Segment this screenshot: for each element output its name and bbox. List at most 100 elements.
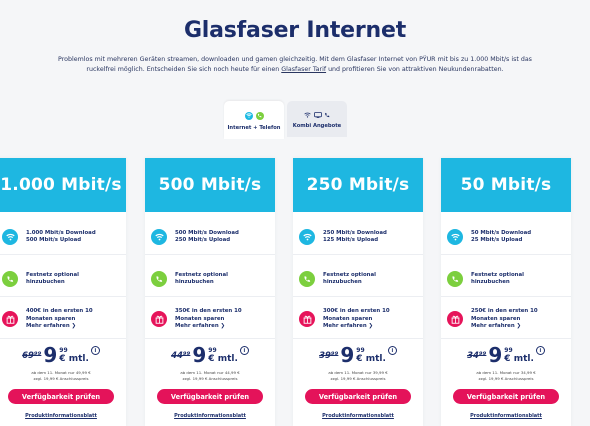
phone-icon: [255, 111, 264, 120]
fineprint-line-1: ab dem 11. Monat nur 39,99 €: [328, 370, 388, 375]
old-price: 34⁹⁹: [467, 351, 487, 361]
fineprint-line-2: zzgl. 19,99 € Anschlusspreis: [478, 376, 534, 382]
produktinformationsblatt-link[interactable]: Produktinformationsblatt: [441, 413, 571, 419]
speed-title: 1.000 Mbit/s: [0, 175, 122, 195]
price-fineprint: ab dem 11. Monat nur 49,99 € zzgl. 19,99…: [0, 370, 126, 382]
feature-promo: 250€ in den ersten 10 Monaten sparen Meh…: [447, 308, 567, 331]
intro-line-1: Problemlos mit mehreren Geräten streamen…: [58, 56, 532, 63]
download-text: 250 Mbit/s Download: [323, 229, 387, 236]
price-block: 34⁹⁹ 9 99 € mtl. i: [441, 345, 571, 365]
mehr-erfahren-link[interactable]: Mehr erfahren ❯: [323, 323, 390, 331]
speed-text: 500 Mbit/s Download 250 Mbit/s Upload: [175, 230, 239, 245]
download-text: 500 Mbit/s Download: [175, 229, 239, 236]
mehr-erfahren-link[interactable]: Mehr erfahren ❯: [26, 323, 93, 331]
intro-line-2-post: und profitieren Sie von attraktiven Neuk…: [326, 66, 504, 73]
intro-text: Problemlos mit mehreren Geräten streamen…: [40, 55, 550, 75]
divider: [145, 338, 275, 339]
divider: [0, 338, 126, 339]
upload-text: 125 Mbit/s Upload: [323, 237, 379, 243]
price-cents: 99: [504, 347, 513, 354]
speed-text: 250 Mbit/s Download 125 Mbit/s Upload: [323, 230, 387, 245]
info-icon[interactable]: i: [239, 346, 249, 355]
promo-text: 300€ in den ersten 10 Monaten sparen Meh…: [323, 308, 390, 331]
tab-kombi-angebote[interactable]: Kombi Angebote: [287, 101, 347, 137]
price-cents: 99: [356, 347, 365, 354]
price-unit: € mtl.: [356, 354, 386, 364]
upload-text: 250 Mbit/s Upload: [175, 237, 231, 243]
phone-icon: [299, 271, 315, 287]
produktinformationsblatt-link[interactable]: Produktinformationsblatt: [145, 413, 275, 419]
phone-text: Festnetz optional hinzubuchen: [471, 272, 524, 287]
produktinformationsblatt-link[interactable]: Produktinformationsblatt: [0, 413, 126, 419]
fineprint-line-1: ab dem 11. Monat nur 34,99 €: [476, 370, 536, 375]
speed-title: 50 Mbit/s: [460, 175, 552, 195]
old-price: 39⁹⁹: [319, 351, 339, 361]
price-cents: 99: [208, 347, 217, 354]
tariff-card-1: 1.000 Mbit/s 1.000 Mbit/s Download 500 M…: [0, 158, 126, 426]
divider: [0, 296, 126, 297]
promo-line-1: 400€ in den ersten 10: [26, 308, 93, 314]
wifi-icon: [299, 229, 315, 245]
info-icon[interactable]: i: [535, 346, 545, 355]
price-unit: € mtl.: [504, 354, 534, 364]
card-speed-header: 500 Mbit/s: [145, 158, 275, 212]
mehr-erfahren-link[interactable]: Mehr erfahren ❯: [471, 323, 538, 331]
divider: [293, 338, 423, 339]
info-icon[interactable]: i: [90, 346, 100, 355]
phone-line-1: Festnetz optional: [175, 271, 229, 278]
promo-line-2: Monaten sparen: [471, 315, 521, 322]
divider: [441, 296, 571, 297]
glasfaser-tarif-link[interactable]: Glasfaser Tarif: [281, 66, 326, 73]
fineprint-line-2: zzgl. 19,99 € Anschlusspreis: [182, 376, 238, 382]
wifi-icon: [303, 112, 311, 118]
tab-label: Kombi Angebote: [292, 122, 342, 129]
page-title: Glasfaser Internet: [183, 18, 407, 43]
speed-title: 500 Mbit/s: [158, 175, 262, 195]
divider: [293, 254, 423, 255]
feature-promo: 350€ in den ersten 10 Monaten sparen Meh…: [151, 308, 271, 331]
phone-line-1: Festnetz optional: [323, 271, 377, 278]
mehr-erfahren-link[interactable]: Mehr erfahren ❯: [175, 323, 242, 331]
divider: [145, 254, 275, 255]
verfuegbarkeit-pruefen-button[interactable]: Verfügbarkeit prüfen: [157, 389, 263, 404]
price-block: 69⁹⁹ 9 99 € mtl. i: [0, 345, 126, 365]
tab-internet-telefon[interactable]: Internet + Telefon: [224, 101, 284, 139]
phone-text: Festnetz optional hinzubuchen: [323, 272, 376, 287]
price-block: 39⁹⁹ 9 99 € mtl. i: [293, 345, 423, 365]
tariff-card-2: 500 Mbit/s 500 Mbit/s Download 250 Mbit/…: [145, 158, 275, 426]
phone-icon: [447, 271, 463, 287]
feature-promo: 400€ in den ersten 10 Monaten sparen Meh…: [2, 308, 122, 331]
divider: [293, 296, 423, 297]
fineprint-line-2: zzgl. 19,99 € Anschlusspreis: [33, 376, 89, 382]
phone-line-2: hinzubuchen: [471, 279, 510, 285]
produktinformationsblatt-link[interactable]: Produktinformationsblatt: [293, 413, 423, 419]
price-unit: € mtl.: [59, 354, 89, 364]
wifi-icon: [244, 111, 253, 120]
feature-speed: 250 Mbit/s Download 125 Mbit/s Upload: [299, 229, 419, 245]
price-fineprint: ab dem 11. Monat nur 34,99 € zzgl. 19,99…: [441, 370, 571, 382]
wifi-icon: [2, 229, 18, 245]
phone-line-1: Festnetz optional: [26, 271, 80, 278]
verfuegbarkeit-pruefen-button[interactable]: Verfügbarkeit prüfen: [8, 389, 114, 404]
price-fineprint: ab dem 11. Monat nur 44,99 € zzgl. 19,99…: [145, 370, 275, 382]
upload-text: 25 Mbit/s Upload: [471, 237, 523, 243]
speed-text: 50 Mbit/s Download 25 Mbit/s Upload: [471, 230, 531, 245]
price-block: 44⁹⁹ 9 99 € mtl. i: [145, 345, 275, 365]
download-text: 1.000 Mbit/s Download: [26, 229, 96, 236]
divider: [441, 254, 571, 255]
verfuegbarkeit-pruefen-button[interactable]: Verfügbarkeit prüfen: [305, 389, 411, 404]
feature-phone: Festnetz optional hinzubuchen: [151, 271, 271, 287]
promo-line-2: Monaten sparen: [26, 315, 76, 322]
feature-speed: 50 Mbit/s Download 25 Mbit/s Upload: [447, 229, 567, 245]
promo-line-1: 250€ in den ersten 10: [471, 308, 538, 314]
verfuegbarkeit-pruefen-button[interactable]: Verfügbarkeit prüfen: [453, 389, 559, 404]
info-icon[interactable]: i: [387, 346, 397, 355]
intro-line-2-pre: ruckelfrei möglich. Entscheiden Sie sich…: [86, 66, 282, 73]
wifi-icon: [151, 229, 167, 245]
tariff-card-3: 250 Mbit/s 250 Mbit/s Download 125 Mbit/…: [293, 158, 423, 426]
promo-line-1: 300€ in den ersten 10: [323, 308, 390, 314]
phone-line-1: Festnetz optional: [471, 271, 525, 278]
divider: [441, 338, 571, 339]
old-price: 69⁹⁹: [22, 351, 42, 361]
promo-text: 350€ in den ersten 10 Monaten sparen Meh…: [175, 308, 242, 331]
